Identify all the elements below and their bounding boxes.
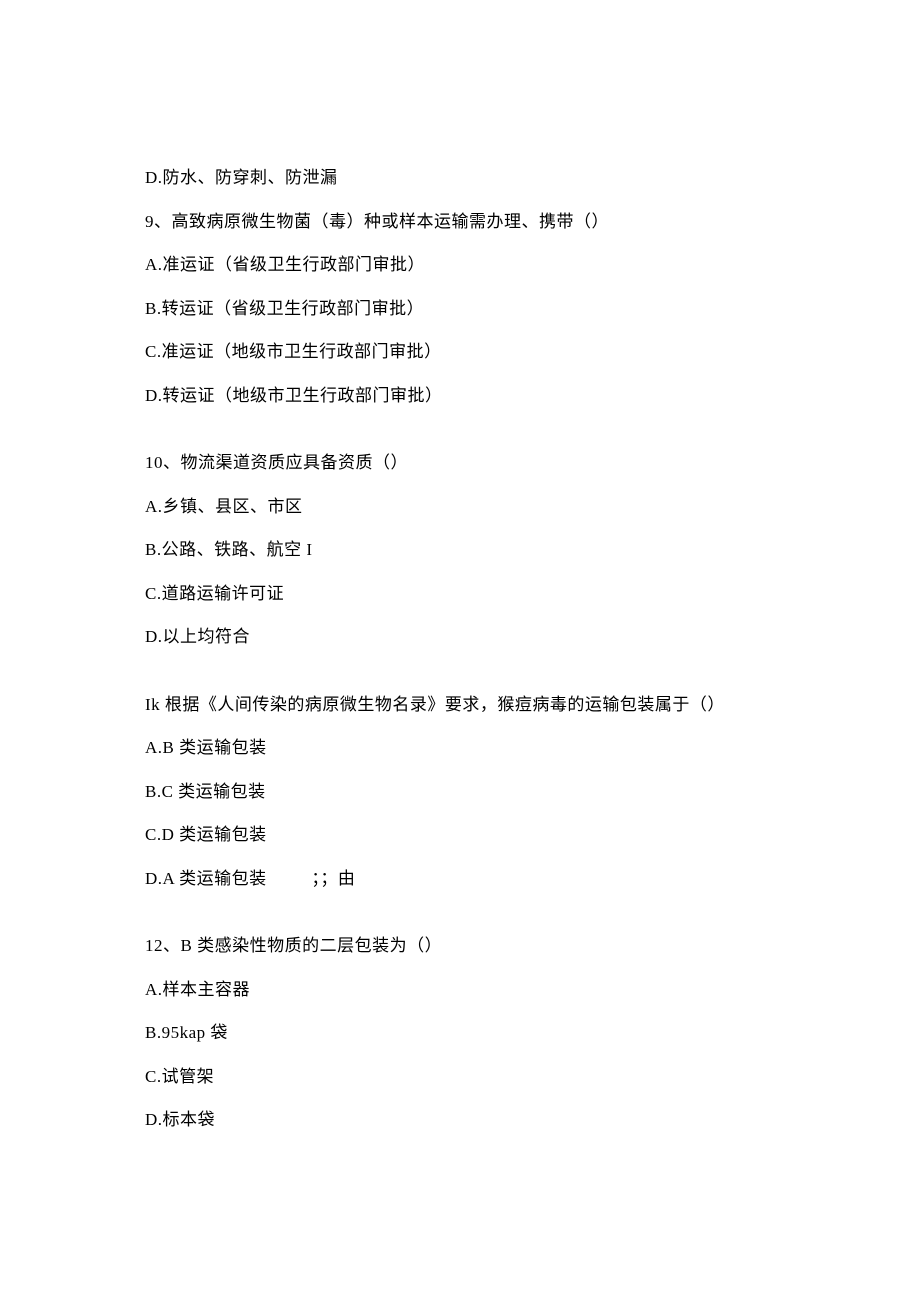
q10-option-c: C.道路运输许可证 bbox=[145, 581, 775, 607]
q9-stem: 9、高致病原微生物菌（毒）种或样本运输需办理、携带（） bbox=[145, 209, 775, 235]
gap-11-12 bbox=[145, 909, 775, 933]
q9-option-b: B.转运证（省级卫生行政部门审批） bbox=[145, 296, 775, 322]
q10-option-d: D.以上均符合 bbox=[145, 624, 775, 650]
q10-option-b: B.公路、铁路、航空 I bbox=[145, 537, 775, 563]
q11-option-d: D.A 类运输包装 bbox=[145, 869, 267, 888]
q12-option-d: D.标本袋 bbox=[145, 1107, 775, 1133]
q12-stem: 12、B 类感染性物质的二层包装为（） bbox=[145, 933, 775, 959]
q12-option-c: C.试管架 bbox=[145, 1064, 775, 1090]
q9-option-a: A.准运证（省级卫生行政部门审批） bbox=[145, 252, 775, 278]
q9-option-d: D.转运证（地级市卫生行政部门审批） bbox=[145, 383, 775, 409]
q10-stem: 10、物流渠道资质应具备资质（） bbox=[145, 450, 775, 476]
gap-9-10 bbox=[145, 426, 775, 450]
q9-option-c: C.准运证（地级市卫生行政部门审批） bbox=[145, 339, 775, 365]
q12-option-b: B.95kap 袋 bbox=[145, 1020, 775, 1046]
gap-10-11 bbox=[145, 668, 775, 692]
q11-option-a: A.B 类运输包装 bbox=[145, 735, 775, 761]
q10-option-a: A.乡镇、县区、市区 bbox=[145, 494, 775, 520]
q11-option-d-row: D.A 类运输包装 ；；由 bbox=[145, 866, 775, 892]
q11-option-d-suffix: ；；由 bbox=[311, 866, 355, 892]
q12-option-a: A.样本主容器 bbox=[145, 977, 775, 1003]
q8-option-d: D.防水、防穿刺、防泄漏 bbox=[145, 165, 775, 191]
q11-option-c: C.D 类运输包装 bbox=[145, 822, 775, 848]
q11-option-b: B.C 类运输包装 bbox=[145, 779, 775, 805]
q11-stem: Ik 根据《人间传染的病原微生物名录》要求，猴痘病毒的运输包装属于（） bbox=[145, 692, 775, 718]
